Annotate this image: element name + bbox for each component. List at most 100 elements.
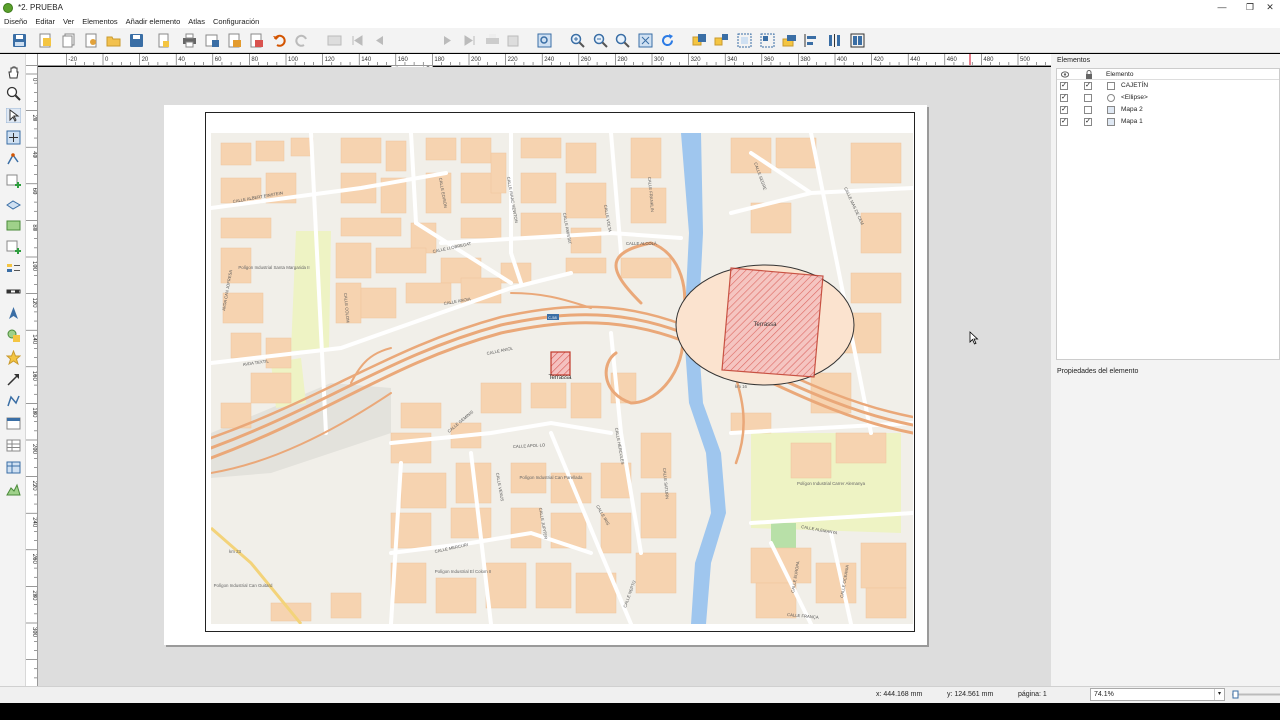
visibility-checkbox[interactable]: ✓ [1060, 118, 1068, 126]
layout-manager-icon[interactable] [84, 33, 99, 48]
layout-canvas[interactable]: C-58 CALLE ALBERT EINSTEIN CALLE EDISON … [38, 67, 1051, 686]
lock-checkbox[interactable] [1084, 106, 1092, 114]
lock-checkbox[interactable] [1084, 94, 1092, 102]
visibility-checkbox[interactable]: ✓ [1060, 94, 1068, 102]
tree-item[interactable]: ✓ Mapa 2 [1057, 104, 1279, 116]
menu-ver[interactable]: Ver [59, 17, 78, 26]
duplicate-layout-icon[interactable] [61, 33, 76, 48]
add-3d-map-icon[interactable] [6, 196, 21, 211]
distribute-icon[interactable] [827, 33, 842, 48]
lock-items-icon[interactable] [737, 33, 752, 48]
add-shape-icon[interactable] [6, 328, 21, 343]
add-label-icon[interactable] [6, 240, 21, 255]
tree-item[interactable]: ✓ ✓ CAJETÍN [1057, 80, 1279, 92]
redo-icon[interactable] [294, 33, 309, 48]
select-icon[interactable] [6, 108, 21, 123]
save-template-icon[interactable] [129, 33, 144, 48]
ruler-label: 40 [31, 151, 37, 158]
zoom-slider-handle[interactable] [1232, 690, 1239, 699]
terrassa-feature[interactable] [550, 351, 571, 376]
atlas-export-icon[interactable] [507, 33, 522, 48]
add-scalebar-icon[interactable] [6, 284, 21, 299]
add-fixed-table-icon[interactable] [6, 460, 21, 475]
refresh-icon[interactable] [660, 33, 675, 48]
overview-map[interactable]: Terrassa [675, 264, 855, 386]
atlas-settings-icon[interactable] [537, 33, 552, 48]
menu-editar[interactable]: Editar [31, 17, 59, 26]
menu-elementos[interactable]: Elementos [78, 17, 121, 26]
save-icon[interactable] [12, 33, 27, 48]
pan-icon[interactable] [6, 65, 21, 80]
dock-title: Elementos [1057, 57, 1091, 64]
prev-feature-icon[interactable] [372, 33, 387, 48]
next-feature-icon[interactable] [440, 33, 455, 48]
building-block [425, 137, 457, 161]
first-feature-icon[interactable] [350, 33, 365, 48]
last-feature-icon[interactable] [462, 33, 477, 48]
add-legend-icon[interactable] [6, 262, 21, 277]
building-block [835, 432, 887, 464]
group-icon[interactable] [692, 33, 707, 48]
map-1[interactable]: C-58 CALLE ALBERT EINSTEIN CALLE EDISON … [211, 133, 913, 624]
ruler-label: 180 [434, 57, 445, 63]
resize-icon[interactable] [850, 33, 865, 48]
zoom-in-icon[interactable] [570, 33, 585, 48]
zoom-full-icon[interactable] [638, 33, 653, 48]
add-arrow-icon[interactable] [6, 372, 21, 387]
menu-atlas[interactable]: Atlas [184, 17, 209, 26]
raise-icon[interactable] [782, 33, 797, 48]
page-setup-icon[interactable] [156, 33, 171, 48]
ruler-label: 360 [764, 57, 775, 63]
layout-page[interactable]: C-58 CALLE ALBERT EINSTEIN CALLE EDISON … [164, 105, 927, 645]
atlas-preview-icon[interactable] [327, 33, 342, 48]
ruler-label: 60 [31, 188, 37, 195]
menu-anadir-elemento[interactable]: Añadir elemento [122, 17, 185, 26]
align-left-icon[interactable] [804, 33, 819, 48]
add-map-icon[interactable] [6, 174, 21, 189]
add-polyline-icon[interactable] [6, 394, 21, 409]
new-layout-icon[interactable] [38, 33, 53, 48]
add-picture-icon[interactable] [6, 218, 21, 233]
zoom-combobox[interactable]: 74.1% ▾ [1090, 688, 1225, 701]
add-north-arrow-icon[interactable] [6, 306, 21, 321]
ungroup-icon[interactable] [714, 33, 729, 48]
add-elevation-profile-icon[interactable] [6, 482, 21, 497]
tree-item[interactable]: ✓ ✓ Mapa 1 [1057, 116, 1279, 128]
export-pdf-icon[interactable] [249, 33, 264, 48]
road-code-c58: C-58 [548, 315, 557, 320]
cajetin-frame[interactable]: C-58 CALLE ALBERT EINSTEIN CALLE EDISON … [205, 112, 915, 632]
export-svg-icon[interactable] [227, 33, 242, 48]
zoom-100-icon[interactable] [615, 33, 630, 48]
ruler-label: 200 [31, 444, 37, 455]
building-block [480, 382, 522, 414]
tree-item[interactable]: ✓ <Ellipse> [1057, 92, 1279, 104]
visibility-checkbox[interactable]: ✓ [1060, 106, 1068, 114]
add-attribute-table-icon[interactable] [6, 438, 21, 453]
unlock-items-icon[interactable] [760, 33, 775, 48]
zoom-slider[interactable] [1230, 690, 1280, 699]
ruler-label: 60 [215, 57, 222, 63]
atlas-print-icon[interactable] [485, 33, 500, 48]
building-block [255, 140, 285, 162]
lock-checkbox[interactable]: ✓ [1084, 118, 1092, 126]
move-content-icon[interactable] [6, 130, 21, 145]
minimize-button[interactable]: — [1208, 0, 1236, 15]
edit-nodes-icon[interactable] [6, 152, 21, 167]
add-marker-icon[interactable] [6, 350, 21, 365]
visibility-checkbox[interactable]: ✓ [1060, 82, 1068, 90]
print-icon[interactable] [182, 33, 197, 48]
building-block [360, 287, 397, 319]
menu-configuracion[interactable]: Configuración [209, 17, 263, 26]
ruler-label: 180 [31, 407, 37, 418]
open-template-icon[interactable] [106, 33, 121, 48]
menu-diseno[interactable]: Diseño [0, 17, 31, 26]
title-bar: *2. PRUEBA — ❐ ✕ [0, 0, 1280, 15]
close-button[interactable]: ✕ [1256, 0, 1280, 15]
add-html-icon[interactable] [6, 416, 21, 431]
export-image-icon[interactable] [205, 33, 220, 48]
undo-icon[interactable] [272, 33, 287, 48]
lock-checkbox[interactable]: ✓ [1084, 82, 1092, 90]
building-block [460, 217, 502, 239]
zoom-tool-icon[interactable] [6, 86, 21, 101]
zoom-out-icon[interactable] [593, 33, 608, 48]
